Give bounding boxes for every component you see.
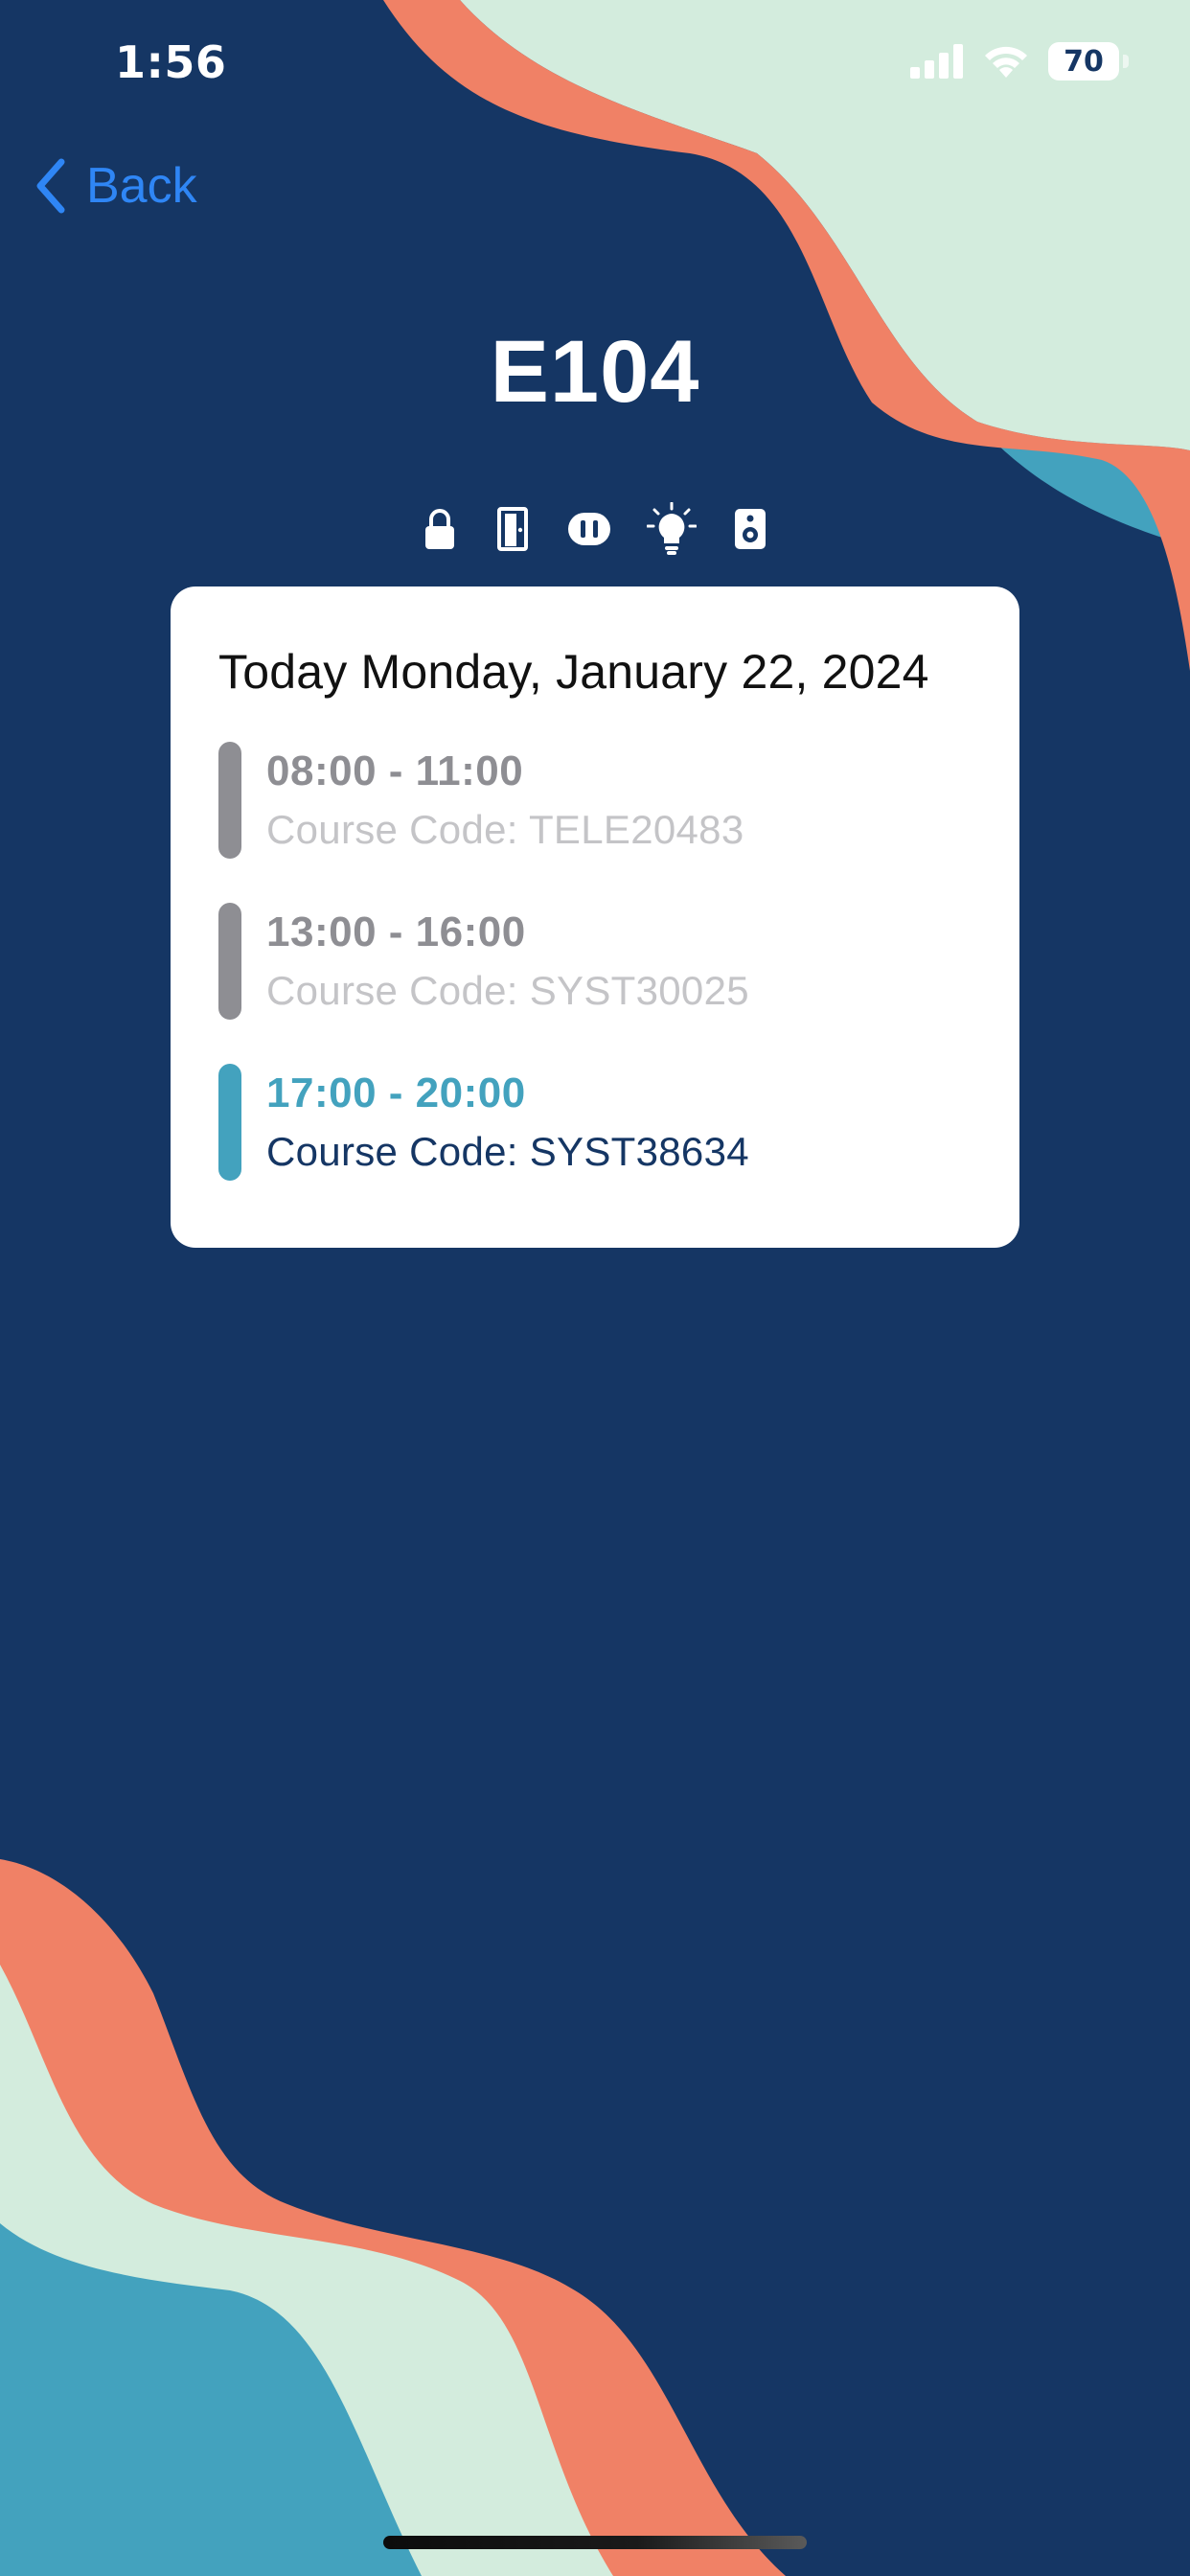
cellular-signal-icon [910,44,963,79]
amenity-icons [0,502,1190,555]
status-icons: 70 [910,42,1129,80]
battery-icon: 70 [1048,42,1119,80]
home-indicator[interactable] [383,2536,807,2549]
door-icon [493,504,532,554]
session-item[interactable]: 17:00 - 20:00 Course Code: SYST38634 [218,1064,973,1181]
room-title: E104 [490,323,700,421]
session-status-bar [218,742,241,859]
session-course-code: Course Code: TELE20483 [266,807,744,852]
back-label: Back [86,158,197,214]
schedule-date-heading: Today Monday, January 22, 2024 [218,645,929,699]
schedule-card: Today Monday, January 22, 2024 08:00 - 1… [171,586,1019,1248]
session-item[interactable]: 08:00 - 11:00 Course Code: TELE20483 [218,742,973,859]
battery-level: 70 [1064,44,1104,79]
chevron-left-icon [36,158,65,214]
lightbulb-icon [647,502,697,555]
status-time: 1:56 [115,36,227,88]
session-status-bar [218,1064,241,1181]
speaker-icon [731,504,769,554]
session-time: 17:00 - 20:00 [266,1070,526,1116]
outlet-icon [566,504,612,554]
session-course-code: Course Code: SYST38634 [266,1129,749,1174]
session-time: 08:00 - 11:00 [266,748,524,794]
session-status-bar [218,903,241,1020]
session-course-code: Course Code: SYST30025 [266,968,749,1013]
wifi-icon [985,46,1027,78]
battery-tip [1123,55,1129,68]
session-time: 13:00 - 16:00 [266,908,526,955]
session-item[interactable]: 13:00 - 16:00 Course Code: SYST30025 [218,903,973,1020]
back-button[interactable]: Back [34,157,197,215]
lock-icon [421,504,459,554]
